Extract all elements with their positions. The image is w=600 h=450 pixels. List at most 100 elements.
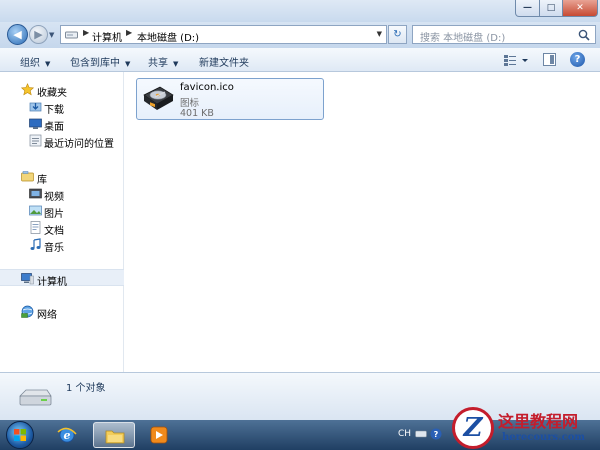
breadcrumb-computer[interactable]: 计算机 [92, 29, 122, 44]
svg-text:?: ? [434, 430, 439, 439]
refresh-button[interactable]: ↻ [388, 25, 407, 44]
hard-drive-icon [143, 86, 174, 110]
back-button[interactable]: ◀ [7, 24, 28, 45]
nav-label-recent-places: 最近访问的位置 [44, 139, 114, 150]
nav-item-computer[interactable]: 计算机 [0, 269, 124, 288]
search-icon[interactable] [578, 29, 590, 41]
title-bar[interactable]: — □ ✕ [0, 0, 600, 22]
organize-button[interactable]: 组织 ▼ [20, 54, 50, 69]
preview-pane-icon [550, 55, 554, 64]
nav-item-libraries[interactable]: 库 [0, 168, 124, 186]
windows-logo-icon [14, 429, 26, 441]
watermark-url: herecours.com [502, 432, 586, 443]
downloads-folder-icon [29, 102, 42, 112]
minimize-icon: — [523, 3, 532, 13]
media-player-icon [150, 426, 168, 444]
star-icon [21, 83, 34, 96]
nav-label-libraries: 库 [37, 175, 47, 186]
view-icon [504, 55, 516, 66]
address-row: ◀ ▶ ▼ ▶ 计算机 ▶ 本地磁盘 (D:) ▼ ↻ 搜索 本地磁盘 (D:) [0, 22, 600, 48]
nav-item-downloads[interactable]: 下载 [0, 98, 124, 116]
file-item[interactable]: favicon.ico 图标 401 KB [136, 78, 324, 120]
chevron-down-icon: ▼ [45, 60, 51, 68]
nav-item-recent-places[interactable]: 最近访问的位置 [0, 132, 124, 150]
recent-places-icon [29, 134, 42, 147]
breadcrumb-separator-icon[interactable]: ▶ [83, 28, 89, 37]
nav-label-music: 音乐 [44, 243, 64, 254]
new-folder-button[interactable]: 新建文件夹 [199, 54, 249, 69]
breadcrumb-separator-icon[interactable]: ▶ [126, 28, 132, 37]
taskbar-media-player[interactable] [138, 422, 180, 448]
item-count: 1 个对象 [66, 383, 106, 394]
close-button[interactable]: ✕ [562, 0, 598, 17]
documents-icon [30, 221, 41, 234]
search-placeholder: 搜索 本地磁盘 (D:) [420, 33, 506, 44]
network-icon [21, 305, 34, 318]
include-in-library-button[interactable]: 包含到库中 ▼ [70, 54, 130, 69]
change-view-button[interactable] [502, 53, 532, 67]
nav-item-network[interactable]: 网络 [0, 303, 124, 321]
address-bar[interactable]: ▶ 计算机 ▶ 本地磁盘 (D:) ▼ [60, 25, 387, 44]
nav-item-videos[interactable]: 视频 [0, 185, 124, 203]
nav-item-desktop[interactable]: 桌面 [0, 115, 124, 133]
nav-item-music[interactable]: 音乐 [0, 236, 124, 254]
nav-item-favorites[interactable]: 收藏夹 [0, 81, 124, 99]
command-bar: 组织 ▼ 包含到库中 ▼ 共享 ▼ 新建文件夹 ? [0, 48, 600, 72]
nav-label-pictures: 图片 [44, 209, 64, 220]
forward-button[interactable]: ▶ [29, 25, 48, 44]
minimize-button[interactable]: — [515, 0, 540, 17]
nav-label-desktop: 桌面 [44, 122, 64, 133]
address-dropdown-icon[interactable]: ▼ [377, 30, 382, 38]
nav-label-documents: 文档 [44, 226, 64, 237]
recent-pages-dropdown-icon[interactable]: ▼ [49, 31, 54, 39]
keyboard-icon[interactable] [415, 428, 427, 440]
organize-label: 组织 [20, 58, 40, 69]
drive-icon [19, 389, 52, 406]
nav-item-pictures[interactable]: 图片 [0, 202, 124, 220]
library-icon [21, 171, 34, 182]
breadcrumb-local-disk[interactable]: 本地磁盘 (D:) [137, 29, 199, 44]
videos-icon [29, 188, 42, 199]
computer-icon [21, 273, 34, 285]
help-button[interactable]: ? [570, 52, 585, 67]
share-label: 共享 [148, 58, 168, 69]
chevron-down-icon [522, 59, 528, 62]
nav-item-documents[interactable]: 文档 [0, 219, 124, 237]
share-button[interactable]: 共享 ▼ [148, 54, 178, 69]
maximize-icon: □ [546, 3, 556, 13]
file-list[interactable]: favicon.ico 图标 401 KB [124, 72, 600, 372]
internet-explorer-icon: e [57, 427, 77, 443]
watermark-title: 这里教程网 [498, 412, 579, 431]
refresh-icon: ↻ [393, 29, 402, 40]
watermark-emblem: Z [452, 407, 494, 449]
taskbar-internet-explorer[interactable]: e [46, 422, 88, 448]
nav-label-computer: 计算机 [37, 277, 67, 288]
arrow-right-icon: ▶ [34, 28, 43, 41]
nav-label-favorites: 收藏夹 [37, 88, 67, 99]
maximize-button[interactable]: □ [539, 0, 563, 17]
nav-label-downloads: 下载 [44, 105, 64, 116]
folder-icon [105, 430, 125, 444]
desktop-icon [29, 118, 42, 129]
navigation-pane[interactable]: 收藏夹 下载 桌面 最近访问的位置 库 视频 图片 文档 音乐 计算机 网络 [0, 72, 124, 372]
chevron-down-icon: ▼ [125, 60, 131, 68]
search-input[interactable]: 搜索 本地磁盘 (D:) [412, 25, 596, 44]
language-indicator[interactable]: CH [398, 429, 411, 439]
file-name: favicon.ico [180, 82, 234, 93]
explorer-window: — □ ✕ ◀ ▶ ▼ ▶ 计算机 ▶ 本地磁盘 (D:) ▼ ↻ 搜索 本地磁… [0, 0, 600, 420]
svg-text:e: e [64, 429, 71, 442]
computer-icon [65, 31, 78, 39]
arrow-left-icon: ◀ [13, 28, 22, 41]
preview-pane-button[interactable] [543, 53, 556, 66]
chevron-down-icon: ▼ [173, 60, 179, 68]
file-size: 401 KB [180, 108, 214, 119]
watermark-letter: Z [463, 413, 483, 443]
help-icon[interactable]: ? [430, 428, 442, 440]
taskbar-explorer[interactable] [93, 422, 135, 448]
start-button[interactable] [6, 421, 34, 449]
include-in-library-label: 包含到库中 [70, 58, 120, 69]
music-icon [30, 238, 41, 250]
nav-label-network: 网络 [37, 310, 57, 321]
pictures-icon [29, 205, 42, 216]
file-type: 图标 [180, 98, 200, 109]
